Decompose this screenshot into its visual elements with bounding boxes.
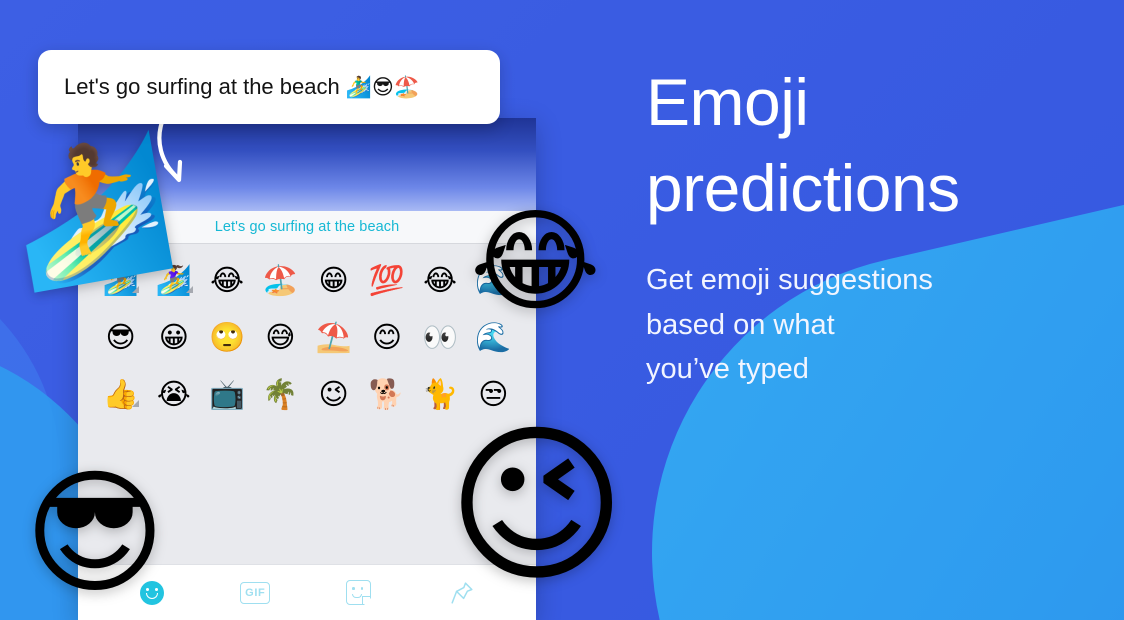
emoji-key-television[interactable]: 📺	[201, 380, 254, 409]
subtitle-line-2: based on what	[646, 308, 835, 341]
emoji-key-winking-face[interactable]: 😉	[307, 380, 360, 409]
winking-emoji-decoration: 😉	[447, 405, 627, 606]
callout-message-text: Let's go surfing at the beach	[64, 74, 346, 99]
subtitle-line-1: Get emoji suggestions	[646, 263, 933, 296]
emoji-row: 😎 😀 🙄 😅 ⛱️ 😊 👀 🌊	[94, 309, 520, 366]
emoji-key-loudly-crying[interactable]: 😭	[147, 380, 200, 409]
typed-message-callout: Let's go surfing at the beach 🏄‍♂️😎🏖️	[38, 50, 500, 124]
tears-of-joy-emoji-decoration: 😂	[470, 197, 601, 327]
heading-line-2: predictions	[646, 150, 960, 225]
emoji-key-dog[interactable]: 🐕	[360, 380, 413, 409]
subtitle-line-3: you’ve typed	[646, 353, 809, 386]
emoji-key-beach-umbrella[interactable]: 🏖️	[254, 266, 307, 295]
sunglasses-emoji-decoration: 😎	[24, 455, 166, 613]
emoji-key-umbrella-ground[interactable]: ⛱️	[307, 323, 360, 352]
emoji-key-hundred-points[interactable]: 💯	[360, 266, 413, 295]
emoji-key-rolling-eyes[interactable]: 🙄	[201, 323, 254, 352]
emoji-key-sunglasses-face[interactable]: 😎	[94, 323, 147, 352]
surfer-emoji-decoration: 🏄	[0, 124, 184, 299]
gif-icon: GIF	[240, 581, 271, 604]
callout-text-wrapper: Let's go surfing at the beach 🏄‍♂️😎🏖️	[64, 74, 420, 100]
page-subtitle: Get emoji suggestions based on what you’…	[646, 258, 1076, 393]
emoji-key-tears-of-joy[interactable]: 😂	[201, 266, 254, 295]
emoji-key-palm-tree[interactable]: 🌴	[254, 380, 307, 409]
marketing-copy: Emoji predictions Get emoji suggestions …	[646, 60, 1076, 392]
suggestion-text[interactable]: Let's go surfing at the beach	[215, 219, 400, 235]
emoji-key-tears-of-joy-2[interactable]: 😂	[414, 266, 467, 295]
gif-tab[interactable]: GIF	[204, 565, 308, 620]
emoji-key-beaming-face[interactable]: 😁	[307, 266, 360, 295]
emoji-key-water-wave-2[interactable]: 🌊	[467, 323, 520, 352]
emoji-key-smiling-eyes[interactable]: 😊	[360, 323, 413, 352]
callout-emojis: 🏄‍♂️😎🏖️	[345, 75, 421, 99]
emoji-key-thumbs-up[interactable]: 👍	[94, 380, 147, 409]
sticker-tab[interactable]	[307, 565, 411, 620]
emoji-key-grinning-face[interactable]: 😀	[147, 323, 200, 352]
sticker-icon	[346, 580, 372, 606]
heading-line-1: Emoji	[646, 65, 809, 139]
emoji-key-grinning-sweat[interactable]: 😅	[254, 323, 307, 352]
emoji-key-eyes[interactable]: 👀	[414, 323, 467, 352]
page-title: Emoji predictions	[646, 60, 1076, 232]
